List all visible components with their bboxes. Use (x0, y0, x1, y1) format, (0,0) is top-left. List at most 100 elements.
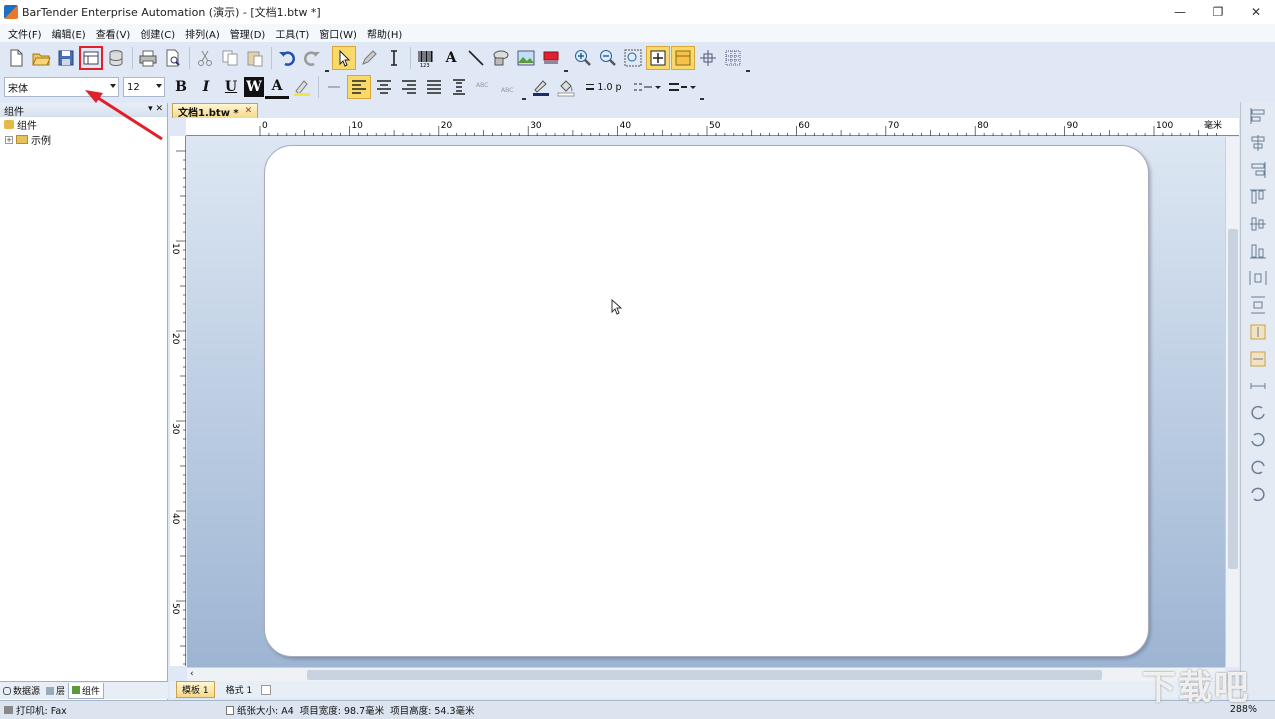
new-document-button[interactable] (4, 46, 28, 70)
menu-manage[interactable]: 管理(D) (230, 26, 266, 41)
print-preview-button[interactable] (161, 46, 185, 70)
flip-button[interactable] (1247, 483, 1269, 505)
text-object-button[interactable]: A (439, 46, 463, 70)
word-wrap-button[interactable]: W (244, 77, 264, 97)
minimize-button[interactable]: — (1161, 0, 1199, 24)
paint-bucket-icon (557, 80, 575, 97)
scroll-thumb[interactable] (1228, 229, 1238, 569)
tree-item-samples[interactable]: + 示例 (0, 132, 167, 147)
zoom-in-button[interactable] (571, 46, 595, 70)
barcode-button[interactable]: 123 (414, 46, 438, 70)
highlight-button[interactable] (290, 75, 314, 99)
align-centers-button[interactable] (1247, 132, 1269, 154)
copy-button[interactable] (218, 46, 242, 70)
rotate-180-button[interactable] (1247, 429, 1269, 451)
line-spacing-button[interactable] (322, 75, 346, 99)
italic-button[interactable]: I (194, 75, 218, 99)
tab-format-1[interactable]: 格式 1 (221, 682, 258, 697)
justify-button[interactable] (422, 75, 446, 99)
expand-plus-icon[interactable]: + (5, 135, 13, 144)
menu-arrange[interactable]: 排列(A) (185, 26, 220, 41)
database-button[interactable] (104, 46, 128, 70)
zoom-fit-button[interactable] (646, 46, 670, 70)
components-icon (72, 686, 81, 694)
zoom-window-button[interactable] (621, 46, 645, 70)
template-design-button[interactable] (671, 46, 695, 70)
add-sheet-icon[interactable] (261, 684, 272, 695)
text-rotate-button[interactable]: ABC (472, 75, 496, 99)
font-family-select[interactable]: 宋体 (4, 77, 119, 97)
tab-document1[interactable]: 文档1.btw * ✕ (172, 103, 259, 119)
menu-file[interactable]: 文件(F) (8, 26, 42, 41)
select-tool-button[interactable] (332, 46, 356, 70)
line-end-select[interactable] (665, 75, 699, 99)
menu-tools[interactable]: 工具(T) (275, 26, 309, 41)
edit-tool-button[interactable] (357, 46, 381, 70)
close-button[interactable]: ✕ (1237, 0, 1275, 24)
maximize-button[interactable]: ❐ (1199, 0, 1237, 24)
panel-pin-close[interactable]: ▾ ✕ (148, 104, 163, 114)
same-width-button[interactable] (1247, 375, 1269, 397)
scroll-thumb[interactable] (307, 670, 1102, 680)
align-right-edges-button[interactable] (1247, 159, 1269, 181)
align-right-button[interactable] (397, 75, 421, 99)
font-color-button[interactable]: A (265, 75, 289, 99)
menu-view[interactable]: 查看(V) (96, 26, 131, 41)
text-curve-button[interactable]: ABC (497, 75, 521, 99)
tab-layers[interactable]: 层 (43, 683, 68, 699)
menu-help[interactable]: 帮助(H) (367, 26, 402, 41)
horizontal-scrollbar[interactable]: ‹ (187, 667, 1225, 681)
design-canvas[interactable] (187, 137, 1225, 667)
snap-button[interactable] (696, 46, 720, 70)
print-button[interactable] (136, 46, 160, 70)
vertical-scrollbar[interactable] (1225, 137, 1239, 667)
zoom-out-button[interactable] (596, 46, 620, 70)
close-icon[interactable]: ✕ (245, 106, 253, 116)
center-horizontal-button[interactable] (1247, 321, 1269, 343)
tab-template-1[interactable]: 模板 1 (176, 681, 215, 698)
text-cursor-button[interactable] (382, 46, 406, 70)
align-middle-button[interactable] (1247, 213, 1269, 235)
underline-button[interactable]: U (219, 75, 243, 99)
center-vertical-button[interactable] (1247, 348, 1269, 370)
align-top-button[interactable] (1247, 186, 1269, 208)
tab-components[interactable]: 组件 (68, 682, 105, 699)
distribute-vertical-button[interactable] (1247, 294, 1269, 316)
line-width-select[interactable]: 1.0 p (579, 75, 629, 99)
grid-button[interactable] (721, 46, 745, 70)
cut-button[interactable] (193, 46, 217, 70)
distribute-horizontal-button[interactable] (1247, 267, 1269, 289)
page-setup-button[interactable] (79, 46, 103, 70)
horizontal-ruler: 0 10 20 30 40 50 60 70 80 90 100 毫米 (186, 118, 1239, 136)
encoder-button[interactable] (539, 46, 563, 70)
menu-window[interactable]: 窗口(W) (319, 26, 357, 41)
menu-edit[interactable]: 编辑(E) (52, 26, 86, 41)
line-tool-button[interactable] (464, 46, 488, 70)
font-family-value: 宋体 (8, 83, 28, 95)
tree-item-components[interactable]: 组件 (0, 117, 167, 132)
save-button[interactable] (54, 46, 78, 70)
fill-color-button[interactable] (554, 75, 578, 99)
menu-create[interactable]: 创建(C) (140, 26, 175, 41)
label-template[interactable] (264, 145, 1149, 657)
tab-datasources[interactable]: 数据源 (0, 683, 43, 699)
undo-button[interactable] (275, 46, 299, 70)
align-center-button[interactable] (372, 75, 396, 99)
font-size-select[interactable]: 12 (123, 77, 165, 97)
scroll-left-icon[interactable]: ‹ (190, 669, 194, 679)
bold-button[interactable]: B (169, 75, 193, 99)
line-style-select[interactable] (630, 75, 664, 99)
paste-button[interactable] (243, 46, 267, 70)
align-left-edges-button[interactable] (1247, 105, 1269, 127)
align-left-button[interactable] (347, 75, 371, 99)
redo-button[interactable] (300, 46, 324, 70)
shape-tool-button[interactable] (489, 46, 513, 70)
picture-tool-button[interactable] (514, 46, 538, 70)
align-centers-icon (1251, 135, 1265, 151)
vertical-align-button[interactable] (447, 75, 471, 99)
open-button[interactable] (29, 46, 53, 70)
line-color-button[interactable] (529, 75, 553, 99)
rotate-right-button[interactable] (1247, 456, 1269, 478)
align-bottom-button[interactable] (1247, 240, 1269, 262)
rotate-left-button[interactable] (1247, 402, 1269, 424)
